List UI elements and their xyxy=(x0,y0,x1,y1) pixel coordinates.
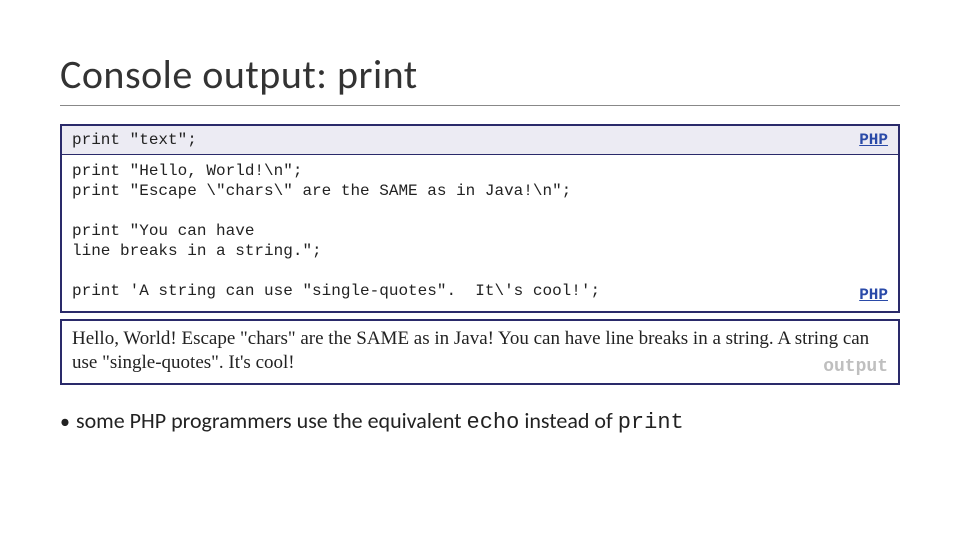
bullet-text: some PHP programmers use the equivalent … xyxy=(76,407,684,435)
output-box: Hello, World! Escape "chars" are the SAM… xyxy=(60,319,900,385)
bullet-note: • some PHP programmers use the equivalen… xyxy=(60,407,900,435)
lang-tag-bottom: PHP xyxy=(859,285,888,305)
syntax-code-box: print "text"; PHP print "Hello, World!\n… xyxy=(60,124,900,313)
bullet-pre: some PHP programmers use the equivalent xyxy=(76,407,467,434)
syntax-line: print "text"; xyxy=(72,130,197,150)
bullet-mid: instead of xyxy=(519,407,617,434)
output-tag: output xyxy=(823,356,888,379)
output-text: Hello, World! Escape "chars" are the SAM… xyxy=(72,328,869,373)
code-body: print "Hello, World!\n"; print "Escape \… xyxy=(62,155,898,311)
page-title: Console output: print xyxy=(60,50,900,106)
slide: Console output: print print "text"; PHP … xyxy=(0,0,960,465)
syntax-header: print "text"; PHP xyxy=(62,126,898,155)
code-print: print xyxy=(618,410,684,435)
lang-tag-top: PHP xyxy=(859,130,888,150)
code-lines: print "Hello, World!\n"; print "Escape \… xyxy=(72,162,600,300)
code-echo: echo xyxy=(467,410,520,435)
bullet-dot-icon: • xyxy=(60,412,70,432)
